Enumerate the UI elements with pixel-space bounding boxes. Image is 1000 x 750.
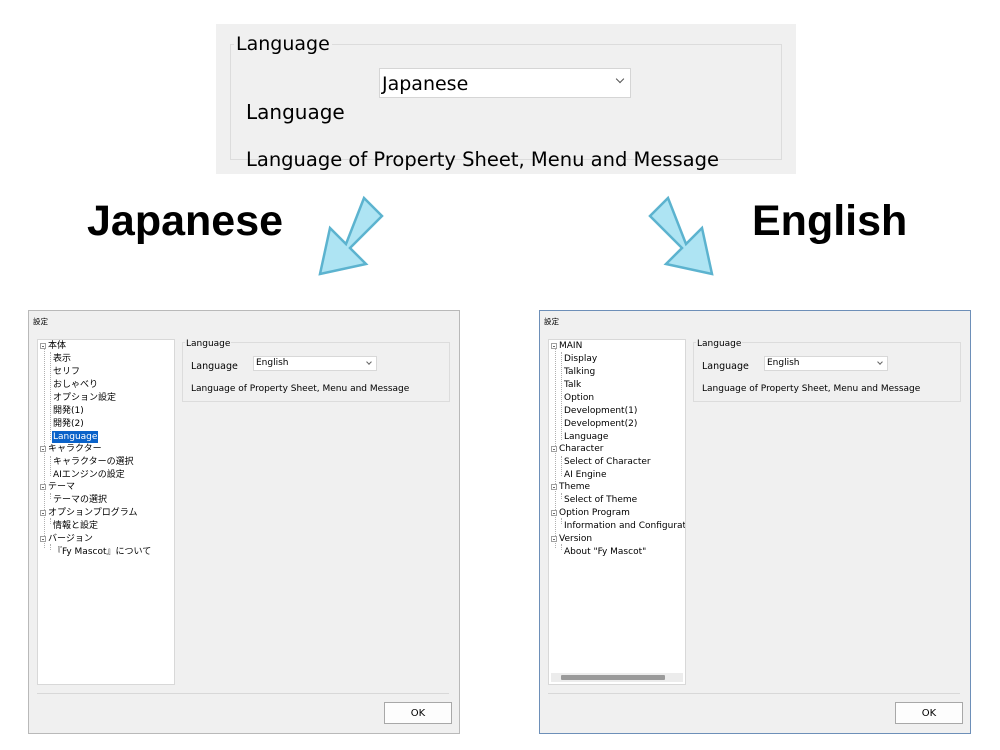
tree-item-information[interactable]: Information and Configurat [564,520,685,532]
language-select-value: Japanese [382,73,469,95]
tree-item-main[interactable]: 本体 [48,340,66,352]
language-select[interactable]: English [253,356,377,371]
tree-item-about[interactable]: About "Fy Mascot" [564,546,646,558]
settings-dialog-english: 設定 MAIN Display Talking Talk Option Deve… [539,310,971,734]
tree-item-language[interactable]: Language [52,431,99,443]
tree-item-version[interactable]: バージョン [48,533,93,545]
tree-item-character[interactable]: キャラクター [48,443,102,455]
tree-item-language[interactable]: Language [564,431,608,443]
tree-item-character[interactable]: Character [559,443,603,455]
tree-item-talk[interactable]: おしゃべり [53,379,98,391]
tree-item-ai-engine[interactable]: AI Engine [564,469,607,481]
language-group-title: Language [185,339,232,349]
tree-item-option[interactable]: オプション設定 [53,392,116,404]
tree-item-theme[interactable]: テーマ [48,481,75,493]
language-group-title: Language [696,339,743,349]
japanese-heading: Japanese [87,197,284,245]
chevron-down-icon [366,359,372,365]
collapse-icon[interactable] [40,536,46,542]
dialog-title: 設定 [544,317,559,326]
language-label: Language [246,100,345,124]
language-description: Language of Property Sheet, Menu and Mes… [702,384,921,394]
language-select[interactable]: Japanese [379,68,631,98]
collapse-icon[interactable] [551,510,557,516]
tree-item-theme[interactable]: Theme [559,481,590,493]
language-select-value: English [767,358,800,368]
english-heading: English [752,197,908,245]
tree-item-version[interactable]: Version [559,533,592,545]
collapse-icon[interactable] [40,446,46,452]
language-label: Language [191,361,238,372]
language-description: Language of Property Sheet, Menu and Mes… [246,148,719,171]
tree-item-main[interactable]: MAIN [559,340,582,352]
language-select[interactable]: English [764,356,888,371]
tree-item-development-2[interactable]: 開発(2) [53,418,84,430]
tree-item-option-program[interactable]: Option Program [559,507,630,519]
language-group-title: Language [234,33,332,55]
tree-item-ai-engine[interactable]: AIエンジンの設定 [53,469,125,481]
language-description: Language of Property Sheet, Menu and Mes… [191,384,410,394]
tree-item-development-2[interactable]: Development(2) [564,418,637,430]
tree-item-talk[interactable]: Talk [564,379,581,391]
tree-item-select-character[interactable]: Select of Character [564,456,651,468]
dialog-title: 設定 [33,317,48,326]
collapse-icon[interactable] [551,484,557,490]
language-settings-zoom-panel: Language Language Japanese Language of P… [216,24,796,174]
divider [37,693,449,694]
tree-item-about[interactable]: 『Fy Mascot』について [53,546,151,558]
tree-item-development-1[interactable]: Development(1) [564,405,637,417]
chevron-down-icon [615,74,625,84]
tree-item-development-1[interactable]: 開発(1) [53,405,84,417]
settings-tree[interactable]: MAIN Display Talking Talk Option Develop… [548,339,686,685]
divider [548,693,960,694]
collapse-icon[interactable] [551,536,557,542]
tree-item-select-theme[interactable]: Select of Theme [564,494,637,506]
language-select-value: English [256,358,289,368]
arrow-down-left-icon [318,195,384,276]
ok-button[interactable]: OK [895,702,963,724]
tree-item-information[interactable]: 情報と設定 [53,520,98,532]
collapse-icon[interactable] [551,343,557,349]
tree-item-option[interactable]: Option [564,392,594,404]
arrow-down-right-icon [648,195,714,276]
settings-tree[interactable]: 本体 表示 セリフ おしゃべり オプション設定 開発(1) 開発(2) Lang… [37,339,175,685]
tree-item-select-theme[interactable]: テーマの選択 [53,494,107,506]
collapse-icon[interactable] [40,343,46,349]
tree-item-talking[interactable]: Talking [564,366,595,378]
collapse-icon[interactable] [40,510,46,516]
scrollbar-thumb[interactable] [561,675,665,680]
collapse-icon[interactable] [551,446,557,452]
tree-item-display[interactable]: 表示 [53,353,71,365]
collapse-icon[interactable] [40,484,46,490]
chevron-down-icon [877,359,883,365]
tree-item-talking[interactable]: セリフ [53,366,80,378]
tree-item-option-program[interactable]: オプションプログラム [48,507,137,519]
tree-item-select-character[interactable]: キャラクターの選択 [53,456,134,468]
ok-button[interactable]: OK [384,702,452,724]
settings-dialog-japanese: 設定 本体 表示 セリフ おしゃべり オプション設定 開発(1) 開発(2) L… [28,310,460,734]
tree-item-display[interactable]: Display [564,353,597,365]
language-label: Language [702,361,749,372]
